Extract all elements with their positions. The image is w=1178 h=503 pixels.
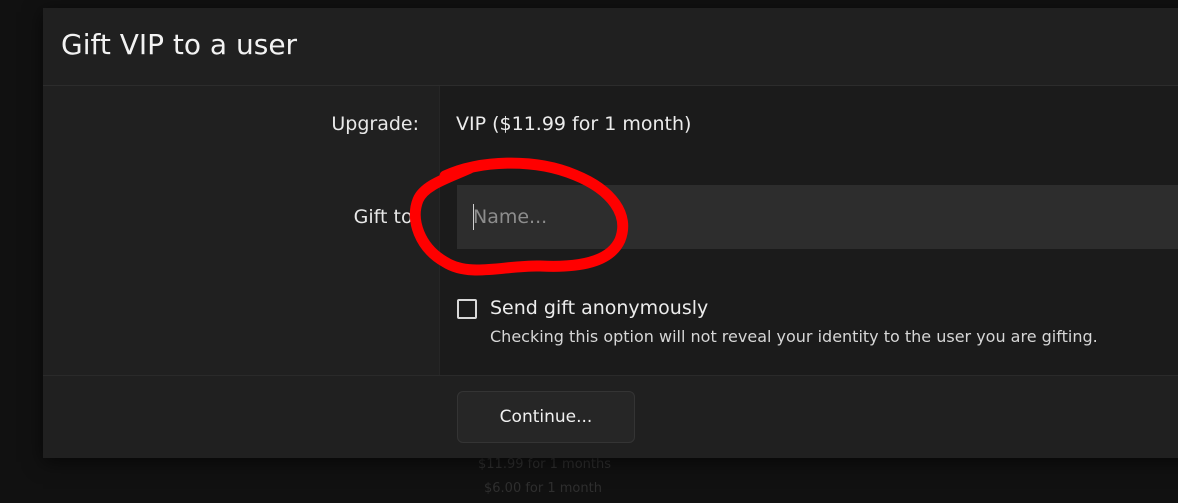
value-column: VIP ($11.99 for 1 month) Send gift anony…: [439, 86, 1178, 375]
background-text: $11.99 for 1 months: [478, 457, 611, 472]
send-anonymously-hint: Checking this option will not reveal you…: [490, 327, 1098, 346]
continue-button[interactable]: Continue...: [457, 391, 635, 443]
text-caret: [473, 204, 474, 230]
dialog-footer: Continue...: [43, 376, 1178, 458]
dialog-title: Gift VIP to a user: [61, 28, 298, 61]
send-anonymously-checkbox[interactable]: [457, 299, 477, 319]
gift-to-label: Gift to:: [353, 206, 419, 228]
gift-vip-dialog: Gift VIP to a user Upgrade: Gift to: VIP…: [43, 8, 1178, 458]
dialog-content: Upgrade: Gift to: VIP ($11.99 for 1 mont…: [43, 86, 1178, 375]
label-column: Upgrade: Gift to:: [43, 86, 439, 375]
send-anonymously-label[interactable]: Send gift anonymously: [490, 297, 708, 319]
background-text: $6.00 for 1 month: [484, 481, 602, 496]
gift-to-name-input[interactable]: [457, 185, 1178, 249]
upgrade-label: Upgrade:: [331, 113, 419, 135]
upgrade-value: VIP ($11.99 for 1 month): [456, 113, 692, 135]
